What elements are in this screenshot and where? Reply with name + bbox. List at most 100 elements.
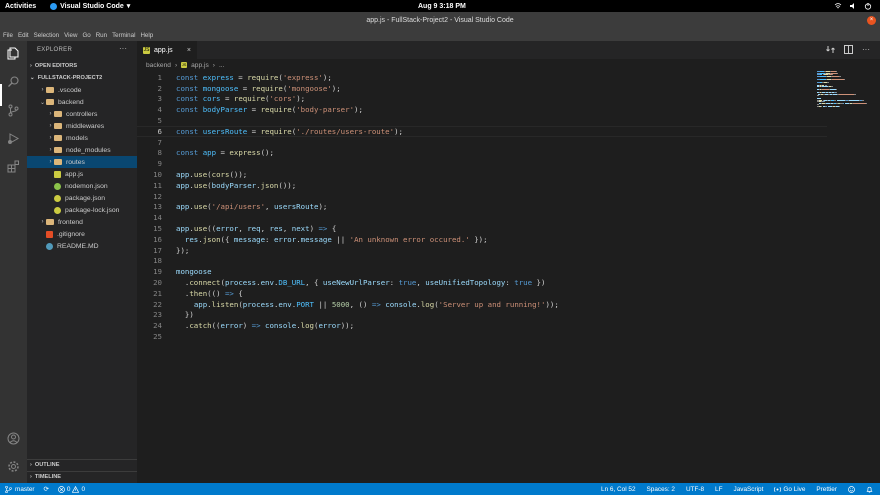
code-line[interactable]: 18 [137, 256, 827, 267]
tree-item[interactable]: › controllers [27, 108, 137, 120]
menu-terminal[interactable]: Terminal [112, 32, 135, 39]
code-line[interactable]: 7 [137, 137, 827, 148]
settings-gear-icon[interactable] [6, 459, 20, 473]
menu-view[interactable]: View [64, 32, 77, 39]
menu-edit[interactable]: Edit [18, 32, 29, 39]
breadcrumb-folder[interactable]: backend [146, 62, 171, 69]
extensions-icon[interactable] [6, 159, 20, 173]
clock[interactable]: Aug 9 3:18 PM [418, 3, 466, 10]
tree-item[interactable]: › routes [27, 156, 137, 168]
more-actions-icon[interactable]: ··· [119, 44, 127, 53]
code-line[interactable]: 19 mongoose [137, 266, 827, 277]
breadcrumb-symbol[interactable]: ... [219, 62, 225, 69]
menu-file[interactable]: File [3, 32, 13, 39]
code-token: use [193, 224, 208, 234]
indentation[interactable]: Spaces: 2 [647, 486, 675, 493]
code-line[interactable]: 12 [137, 191, 827, 202]
feedback-icon[interactable] [848, 485, 855, 493]
outline-section[interactable]: › OUTLINE [27, 459, 137, 470]
code-line[interactable]: 14 [137, 212, 827, 223]
window-close-button[interactable]: × [867, 16, 876, 25]
code-line[interactable]: 24 .catch((error) => console.log(error))… [137, 320, 827, 331]
menu-go[interactable]: Go [82, 32, 90, 39]
search-icon[interactable] [6, 74, 20, 88]
code-line[interactable]: 10 app.use(cors()); [137, 169, 827, 180]
code-line[interactable]: 25 [137, 331, 827, 342]
code-line[interactable]: 4 const bodyParser = require('body-parser… [137, 104, 827, 115]
minimap[interactable] [817, 71, 868, 111]
minimap-line [839, 75, 841, 77]
tree-item[interactable]: app.js [27, 168, 137, 180]
javascript-file-icon: JS [181, 62, 188, 68]
code-line[interactable]: 6 const usersRoute = require('./routes/us… [137, 126, 827, 137]
close-icon[interactable]: × [187, 47, 191, 54]
problems-indicator[interactable]: 0 0 [58, 485, 85, 493]
branch-indicator[interactable]: master [5, 485, 35, 493]
end-of-line[interactable]: LF [715, 486, 722, 493]
more-actions-icon[interactable]: ··· [862, 45, 870, 54]
tree-item[interactable]: › middlewares [27, 120, 137, 132]
cursor-position[interactable]: Ln 6, Col 52 [601, 486, 635, 493]
code-line[interactable]: 17}); [137, 245, 827, 256]
bell-icon[interactable] [866, 486, 873, 493]
compare-changes-icon[interactable] [826, 45, 835, 54]
code-line[interactable]: 21 .then(() => { [137, 288, 827, 299]
code-line[interactable]: 9 [137, 158, 827, 169]
explorer-icon[interactable] [6, 46, 20, 60]
open-editors-section[interactable]: › OPEN EDITORS [27, 60, 137, 71]
tree-item[interactable]: .gitignore [27, 228, 137, 240]
code-editor[interactable]: 1 const express = require('express'); 2 con… [137, 71, 880, 483]
code-line[interactable]: 16 res.json({ message: error.message || … [137, 234, 827, 245]
app-menu[interactable]: Visual Studio Code ▾ [50, 2, 130, 10]
code-token: : [265, 234, 274, 244]
code-line[interactable]: 22 app.listen(process.env.PORT || 5000, … [137, 299, 827, 310]
accounts-icon[interactable] [6, 431, 20, 445]
code-token: const [176, 148, 203, 158]
tree-item[interactable]: package.json [27, 192, 137, 204]
prettier-status[interactable]: Prettier [816, 486, 837, 493]
breadcrumb-file[interactable]: app.js [191, 62, 209, 69]
minimap-line [827, 81, 830, 83]
sync-icon[interactable]: ⟳ [44, 485, 49, 493]
tree-item[interactable]: › node_modules [27, 144, 137, 156]
chevron-right-icon: › [212, 61, 215, 69]
chevron-right-icon: › [49, 135, 52, 141]
split-editor-icon[interactable] [844, 45, 853, 54]
code-line[interactable]: 1 const express = require('express'); [137, 72, 827, 83]
system-tray[interactable] [834, 2, 872, 10]
code-text: const usersRoute = require('./routes/use… [176, 127, 403, 136]
tree-item[interactable]: package-lock.json [27, 204, 137, 216]
code-token: => [371, 299, 381, 309]
chevron-right-icon: › [49, 111, 52, 117]
line-number: 1 [157, 72, 162, 82]
menu-run[interactable]: Run [96, 32, 107, 39]
timeline-section[interactable]: › TIMELINE [27, 471, 137, 482]
go-live-button[interactable]: Go Live [774, 486, 805, 493]
tree-item[interactable]: › frontend [27, 216, 137, 228]
code-line[interactable]: 23 }) [137, 310, 827, 321]
encoding[interactable]: UTF-8 [686, 486, 704, 493]
run-debug-icon[interactable] [6, 131, 20, 145]
language-mode[interactable]: JavaScript [734, 486, 764, 493]
code-line[interactable]: 8 const app = express(); [137, 148, 827, 159]
source-control-icon[interactable] [6, 103, 20, 117]
code-line[interactable]: 3 const cors = require('cors'); [137, 94, 827, 105]
branch-label: master [15, 485, 35, 493]
tree-item[interactable]: › models [27, 132, 137, 144]
tab-app-js[interactable]: JS app.js × [137, 41, 197, 59]
tree-item[interactable]: ⌄ backend [27, 96, 137, 108]
code-line[interactable]: 11 app.use(bodyParser.json()); [137, 180, 827, 191]
tree-item[interactable]: README.MD [27, 240, 137, 252]
chevron-right-icon: › [49, 147, 52, 153]
activities-button[interactable]: Activities [5, 3, 36, 10]
tree-item[interactable]: › .vscode [27, 84, 137, 96]
menu-help[interactable]: Help [140, 32, 153, 39]
menu-selection[interactable]: Selection [34, 32, 59, 39]
project-section[interactable]: ⌄ FULLSTACK-PROJECT2 [27, 72, 137, 83]
code-line[interactable]: 2 const mongoose = require('mongoose'); [137, 83, 827, 94]
code-line[interactable]: 20 .connect(process.env.DB_URL, { useNew… [137, 277, 827, 288]
code-line[interactable]: 13 app.use('/api/users', usersRoute); [137, 202, 827, 213]
code-line[interactable]: 5 [137, 115, 827, 126]
tree-item[interactable]: nodemon.json [27, 180, 137, 192]
code-line[interactable]: 15 app.use((error, req, res, next) => { [137, 223, 827, 234]
